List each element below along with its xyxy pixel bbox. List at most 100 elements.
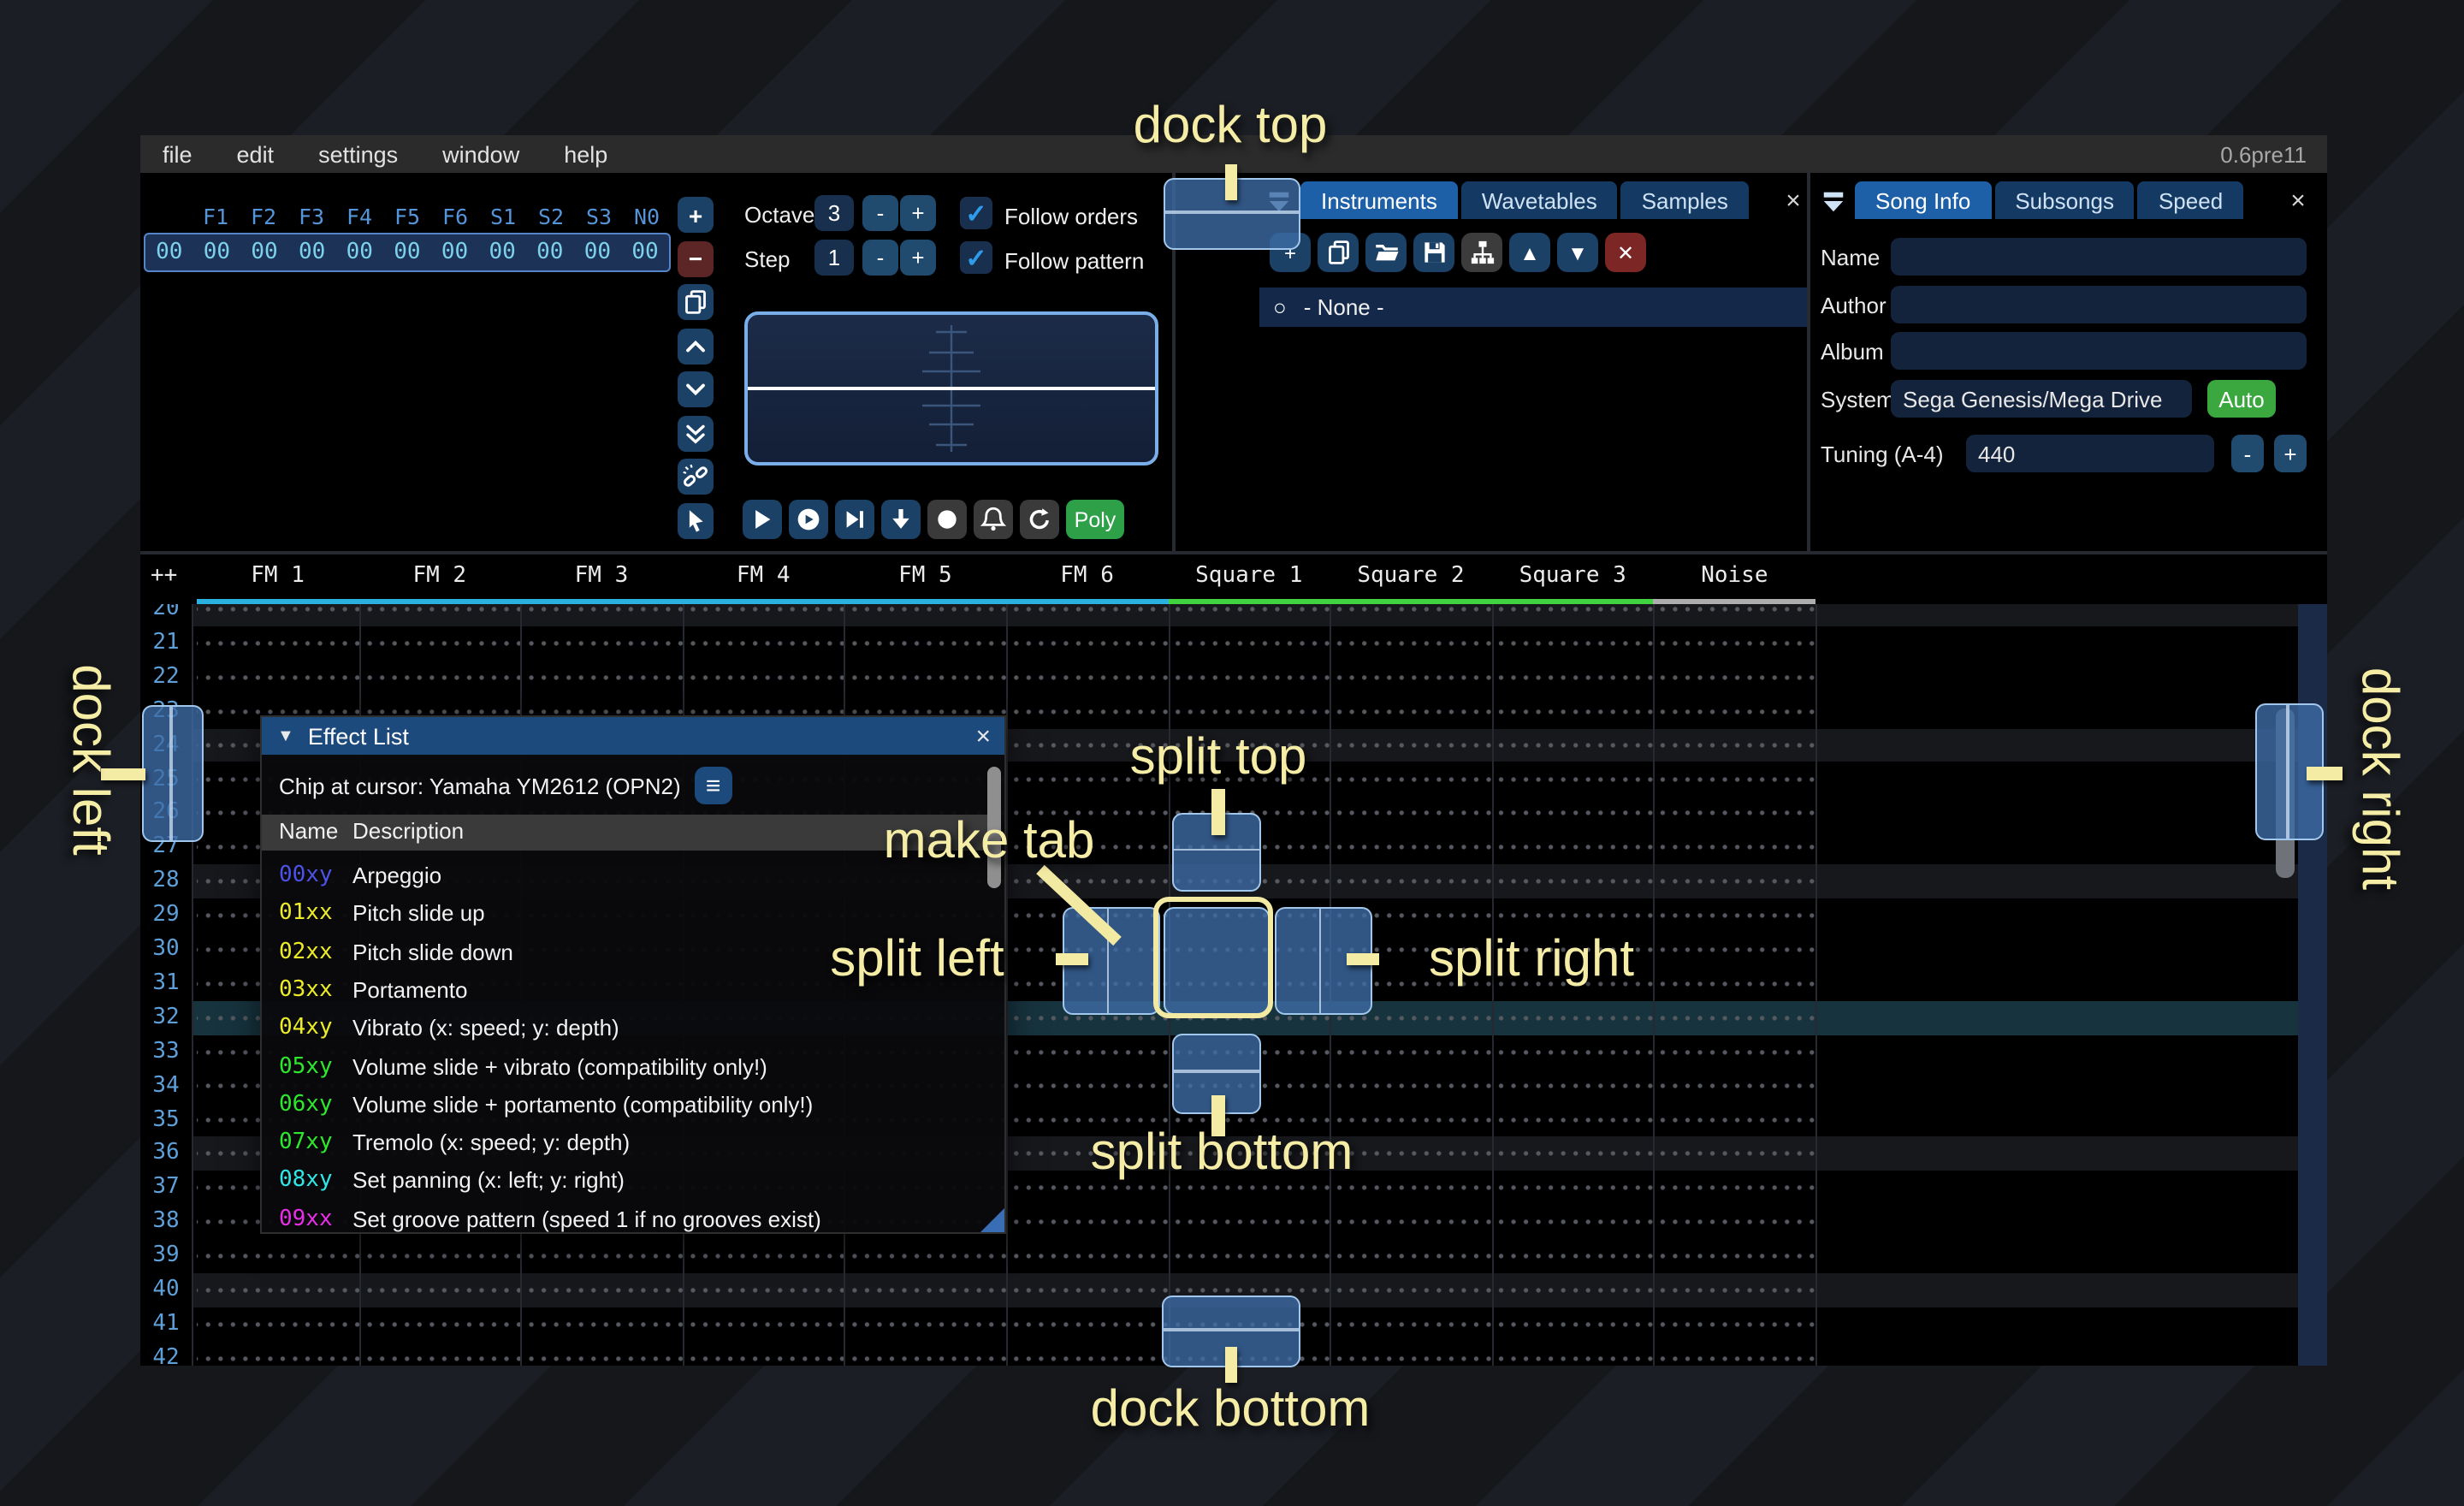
tab-instruments[interactable]: Instruments [1300, 181, 1458, 219]
menu-file[interactable]: file [140, 135, 215, 173]
channel-header-fm-6[interactable]: FM 6 [1006, 554, 1168, 604]
channel-header-fm-5[interactable]: FM 5 [844, 554, 1006, 604]
order-edit-mode-button[interactable] [678, 502, 714, 538]
add-channel-button[interactable]: ++ [151, 563, 177, 589]
pattern-row[interactable]: 40 [140, 1273, 2327, 1307]
close-icon[interactable]: × [1780, 187, 1807, 214]
pattern-row[interactable]: 39 [140, 1239, 2327, 1273]
tuning-decrement-button[interactable]: - [2231, 435, 2264, 472]
step-row-button[interactable] [881, 500, 921, 539]
tab-wavetables[interactable]: Wavetables [1461, 181, 1618, 219]
move-instrument-down-button[interactable]: ▼ [1557, 233, 1598, 272]
effect-row[interactable]: 03xxPortamento [262, 972, 991, 1011]
pattern-scrollbar-thumb[interactable] [2276, 709, 2295, 878]
order-cell[interactable]: 00 [336, 240, 384, 265]
effect-row[interactable]: 05xyVolume slide + vibrato (compatibilit… [262, 1048, 991, 1087]
toggle-folders-button[interactable] [1461, 233, 1502, 272]
order-cell[interactable]: 00 [288, 240, 336, 265]
effect-row[interactable]: 01xxPitch slide up [262, 896, 991, 934]
move-order-up-button[interactable] [678, 328, 714, 364]
tab-song-info[interactable]: Song Info [1855, 181, 1991, 219]
duplicate-order-end-button[interactable] [678, 415, 714, 451]
add-instrument-button[interactable]: + [1270, 233, 1311, 272]
play-button[interactable] [743, 500, 782, 539]
effect-row[interactable]: 08xySet panning (x: left; y: right) [262, 1163, 991, 1201]
pattern-row[interactable]: 21 [140, 626, 2327, 661]
channel-header-fm-3[interactable]: FM 3 [520, 554, 682, 604]
order-cell[interactable]: 00 [478, 240, 526, 265]
order-cell[interactable]: 00 [383, 240, 431, 265]
pattern-scrollbar-track[interactable] [2298, 554, 2327, 1366]
menu-help[interactable]: help [542, 135, 630, 173]
hamburger-menu-icon[interactable]: ≡ [695, 767, 732, 804]
instrument-list-item[interactable]: ○ - None - [1259, 288, 1807, 327]
menu-edit[interactable]: edit [215, 135, 297, 173]
octave-decrement-button[interactable]: - [862, 195, 898, 231]
play-pattern-button[interactable] [789, 500, 828, 539]
tuning-increment-button[interactable]: + [2274, 435, 2307, 472]
channel-header-square-3[interactable]: Square 3 [1492, 554, 1654, 604]
tuning-field[interactable]: 440 [1966, 435, 2214, 472]
window-menu-icon[interactable] [1259, 181, 1297, 219]
delete-instrument-button[interactable]: ✕ [1605, 233, 1646, 272]
effect-list-titlebar[interactable]: ▼ Effect List × [262, 717, 1004, 755]
pattern-row[interactable]: 22 [140, 661, 2327, 695]
channel-header-fm-1[interactable]: FM 1 [197, 554, 358, 604]
pattern-row[interactable]: 41 [140, 1307, 2327, 1342]
window-menu-icon[interactable] [1814, 181, 1851, 219]
order-row-selected[interactable]: 0000000000000000000000 [144, 233, 671, 272]
octave-value[interactable]: 3 [814, 195, 854, 231]
step-increment-button[interactable]: + [900, 240, 936, 276]
channel-header-fm-2[interactable]: FM 2 [358, 554, 520, 604]
pattern-row[interactable]: 42 [140, 1342, 2327, 1366]
auto-system-button[interactable]: Auto [2207, 380, 2276, 418]
menu-settings[interactable]: settings [296, 135, 420, 173]
step-value[interactable]: 1 [814, 240, 854, 276]
close-icon[interactable]: × [2284, 187, 2312, 214]
duplicate-instrument-button[interactable] [1318, 233, 1359, 272]
tab-samples[interactable]: Samples [1621, 181, 1749, 219]
author-field[interactable] [1891, 286, 2307, 323]
order-cell[interactable]: 00 [574, 240, 622, 265]
channel-header-fm-4[interactable]: FM 4 [683, 554, 844, 604]
effect-row[interactable]: 09xxSet groove pattern (speed 1 if no gr… [262, 1201, 991, 1239]
move-order-down-button[interactable] [678, 371, 714, 407]
record-button[interactable] [927, 500, 967, 539]
polyphony-toggle-button[interactable]: Poly [1066, 500, 1124, 539]
deep-clone-order-button[interactable] [678, 459, 714, 495]
follow-orders-checkbox[interactable]: ✓ [960, 197, 992, 229]
album-field[interactable] [1891, 332, 2307, 370]
play-from-cursor-button[interactable] [835, 500, 874, 539]
order-cell[interactable]: 00 [621, 240, 669, 265]
order-cell[interactable]: 00 [431, 240, 479, 265]
follow-pattern-checkbox[interactable]: ✓ [960, 241, 992, 274]
tab-speed[interactable]: Speed [2138, 181, 2243, 219]
order-cell[interactable]: 00 [240, 240, 288, 265]
name-field[interactable] [1891, 238, 2307, 276]
effect-row[interactable]: 06xyVolume slide + portamento (compatibi… [262, 1087, 991, 1125]
repeat-pattern-button[interactable] [1020, 500, 1059, 539]
effect-row[interactable]: 00xyArpeggio [262, 857, 991, 896]
system-field[interactable]: Sega Genesis/Mega Drive [1891, 380, 2192, 418]
open-instrument-button[interactable] [1365, 233, 1407, 272]
effect-row[interactable]: 02xxPitch slide down [262, 934, 991, 972]
metronome-button[interactable] [974, 500, 1013, 539]
collapse-triangle-icon[interactable]: ▼ [277, 726, 294, 745]
close-icon[interactable]: × [975, 721, 991, 750]
menu-window[interactable]: window [420, 135, 542, 173]
tab-subsongs[interactable]: Subsongs [1994, 181, 2135, 219]
remove-order-button[interactable]: − [678, 240, 714, 276]
channel-header-noise[interactable]: Noise [1654, 554, 1815, 604]
save-instrument-button[interactable] [1413, 233, 1454, 272]
order-cell[interactable]: 00 [193, 240, 241, 265]
duplicate-order-button[interactable] [678, 284, 714, 320]
step-decrement-button[interactable]: - [862, 240, 898, 276]
channel-header-square-2[interactable]: Square 2 [1330, 554, 1491, 604]
channel-header-square-1[interactable]: Square 1 [1168, 554, 1330, 604]
move-instrument-up-button[interactable]: ▲ [1509, 233, 1550, 272]
effect-list-scrollbar-thumb[interactable] [987, 767, 1001, 888]
resize-grip[interactable] [980, 1208, 1004, 1232]
add-order-button[interactable]: + [678, 197, 714, 233]
effect-row[interactable]: 07xyTremolo (x: speed; y: depth) [262, 1124, 991, 1163]
octave-increment-button[interactable]: + [900, 195, 936, 231]
